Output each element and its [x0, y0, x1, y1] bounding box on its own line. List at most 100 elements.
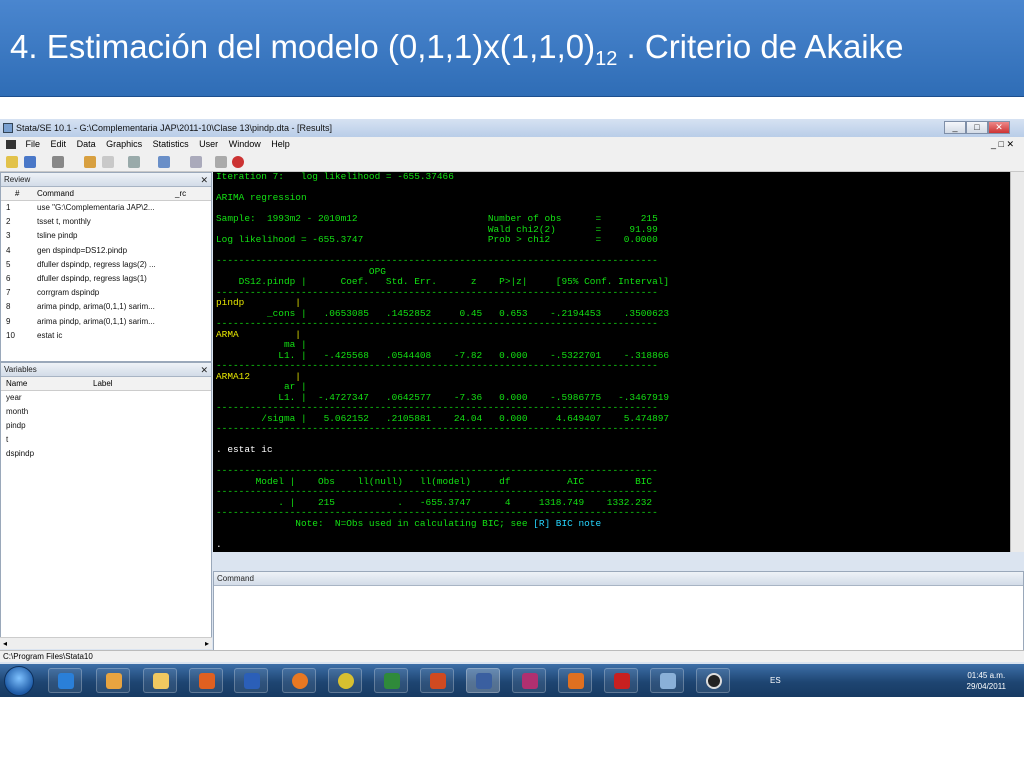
taskbar-powerpoint[interactable]	[420, 668, 454, 693]
results-scrollbar[interactable]	[1010, 172, 1024, 552]
variable-row[interactable]: dspindp	[1, 447, 211, 461]
menu-user[interactable]: User	[195, 137, 222, 152]
ie-icon	[58, 673, 74, 689]
slide-title-main: 4. Estimación del modelo (0,1,1)x(1,1,0)	[10, 28, 596, 65]
review-row[interactable]: 4 gen dspindp=DS12.pindp	[1, 244, 211, 258]
taskbar-acrobat[interactable]	[604, 668, 638, 693]
review-title: Review	[4, 175, 31, 184]
menu-edit[interactable]: Edit	[47, 137, 71, 152]
taskbar-media[interactable]	[189, 668, 223, 693]
save-icon[interactable]	[24, 156, 36, 168]
taskbar-mail[interactable]	[96, 668, 130, 693]
break-icon[interactable]	[232, 156, 244, 168]
review-row[interactable]: 10 estat ic	[1, 329, 211, 343]
powerpoint-icon	[430, 673, 446, 689]
menu-help[interactable]: Help	[267, 137, 294, 152]
col-name[interactable]: Name	[6, 377, 27, 391]
col-command[interactable]: Command	[37, 187, 74, 201]
window-titlebar: Stata/SE 10.1 - G:\Complementaria JAP\20…	[0, 119, 1024, 137]
slide-title-subscript: 12	[595, 48, 618, 70]
variable-row[interactable]: pindp	[1, 419, 211, 433]
taskbar-firefox[interactable]	[282, 668, 316, 693]
review-row-command: dfuller dspindp, regress lags(2) ...	[37, 259, 156, 269]
log-icon[interactable]	[84, 156, 96, 168]
data-browser-icon[interactable]	[215, 156, 227, 168]
command-input[interactable]	[214, 586, 1023, 650]
separator: ----------------------------------------…	[216, 255, 658, 266]
review-header: Review ✕	[1, 173, 211, 187]
review-row-command: arima pindp, arima(0,1,1) sarim...	[37, 302, 155, 312]
horizontal-scrollbar[interactable]: ◂ ▸	[0, 637, 212, 649]
taskbar-word[interactable]	[234, 668, 268, 693]
app-icon	[522, 673, 538, 689]
variable-row[interactable]: t	[1, 433, 211, 447]
taskbar-matlab[interactable]	[558, 668, 592, 693]
review-row[interactable]: 3 tsline pindp	[1, 229, 211, 243]
results-window[interactable]: Iteration 7: log likelihood = -655.37466…	[213, 172, 1010, 552]
scroll-left-icon[interactable]: ◂	[3, 638, 7, 649]
review-row-command: estat ic	[37, 330, 63, 340]
variable-row[interactable]: month	[1, 405, 211, 419]
review-row[interactable]: 1 use "G:\Complementaria JAP\2...	[1, 201, 211, 215]
review-row[interactable]: 6 dfuller dspindp, regress lags(1)	[1, 272, 211, 286]
review-row[interactable]: 2 tsset t, monthly	[1, 215, 211, 229]
taskbar-excel[interactable]	[374, 668, 408, 693]
review-row[interactable]: 8 arima pindp, arima(0,1,1) sarim...	[1, 300, 211, 314]
status-bar: C:\Program Files\Stata10	[0, 650, 1024, 662]
minimize-button[interactable]: _	[944, 121, 966, 134]
menu-statistics[interactable]: Statistics	[149, 137, 193, 152]
data-editor-icon[interactable]	[190, 156, 202, 168]
close-button[interactable]: ✕	[988, 121, 1010, 134]
do-file-editor-icon[interactable]	[158, 156, 170, 168]
review-row-number: 9	[6, 316, 11, 326]
start-button[interactable]	[4, 666, 34, 696]
word-icon	[244, 673, 260, 689]
eq-arma: ARMA |	[216, 328, 301, 340]
language-indicator[interactable]: ES	[770, 676, 781, 685]
close-icon[interactable]: ✕	[200, 173, 208, 187]
col-label[interactable]: Label	[93, 377, 113, 391]
scroll-right-icon[interactable]: ▸	[205, 638, 209, 649]
review-row-command: tsline pindp	[37, 231, 78, 241]
review-row-number: 3	[6, 231, 11, 241]
app2-icon	[706, 673, 722, 689]
viewer-icon[interactable]	[102, 156, 114, 168]
taskbar-ie[interactable]	[48, 668, 82, 693]
review-row[interactable]: 9 arima pindp, arima(0,1,1) sarim...	[1, 315, 211, 329]
review-row-command: arima pindp, arima(0,1,1) sarim...	[37, 316, 155, 326]
separator: ----------------------------------------…	[216, 486, 658, 497]
close-icon[interactable]: ✕	[200, 363, 208, 377]
menu-window[interactable]: Window	[225, 137, 265, 152]
open-icon[interactable]	[6, 156, 18, 168]
taskbar-chrome[interactable]	[328, 668, 362, 693]
maximize-button[interactable]: □	[966, 121, 988, 134]
col-num[interactable]: #	[15, 187, 19, 201]
review-list: 1 use "G:\Complementaria JAP\2... 2 tsset t…	[1, 201, 211, 343]
stata-window: Stata/SE 10.1 - G:\Complementaria JAP\20…	[0, 119, 1024, 697]
review-row[interactable]: 5 dfuller dspindp, regress lags(2) ...	[1, 258, 211, 272]
taskbar-app2[interactable]	[696, 668, 730, 693]
clock[interactable]: 01:45 a.m. 29/04/2011	[967, 670, 1006, 692]
bic-note-link[interactable]: [R] BIC note	[533, 518, 601, 529]
taskbar-paint[interactable]	[650, 668, 684, 693]
col-rc[interactable]: _rc	[175, 187, 186, 201]
variables-column-headers: Name Label	[1, 377, 211, 391]
separator: ----------------------------------------…	[216, 423, 658, 434]
menu-data[interactable]: Data	[73, 137, 100, 152]
taskbar-explorer[interactable]	[143, 668, 177, 693]
loglik-line: Log likelihood = -655.3747 Prob > chi2 =…	[216, 234, 658, 245]
taskbar-app[interactable]	[512, 668, 546, 693]
print-icon[interactable]	[52, 156, 64, 168]
variables-title: Variables	[4, 365, 37, 374]
separator: ----------------------------------------…	[216, 318, 658, 329]
mdi-controls[interactable]: _ □ ✕	[987, 137, 1018, 152]
taskbar-stata[interactable]	[466, 668, 500, 693]
variable-row[interactable]: year	[1, 391, 211, 405]
variables-list: year month pindp t dspindp	[1, 391, 211, 461]
eq-arma12: ARMA12 |	[216, 370, 301, 382]
graph-icon[interactable]	[128, 156, 140, 168]
table-header-opg: OPG	[216, 265, 386, 277]
menu-file[interactable]: File	[22, 137, 45, 152]
review-row[interactable]: 7 corrgram dspindp	[1, 286, 211, 300]
menu-graphics[interactable]: Graphics	[102, 137, 146, 152]
